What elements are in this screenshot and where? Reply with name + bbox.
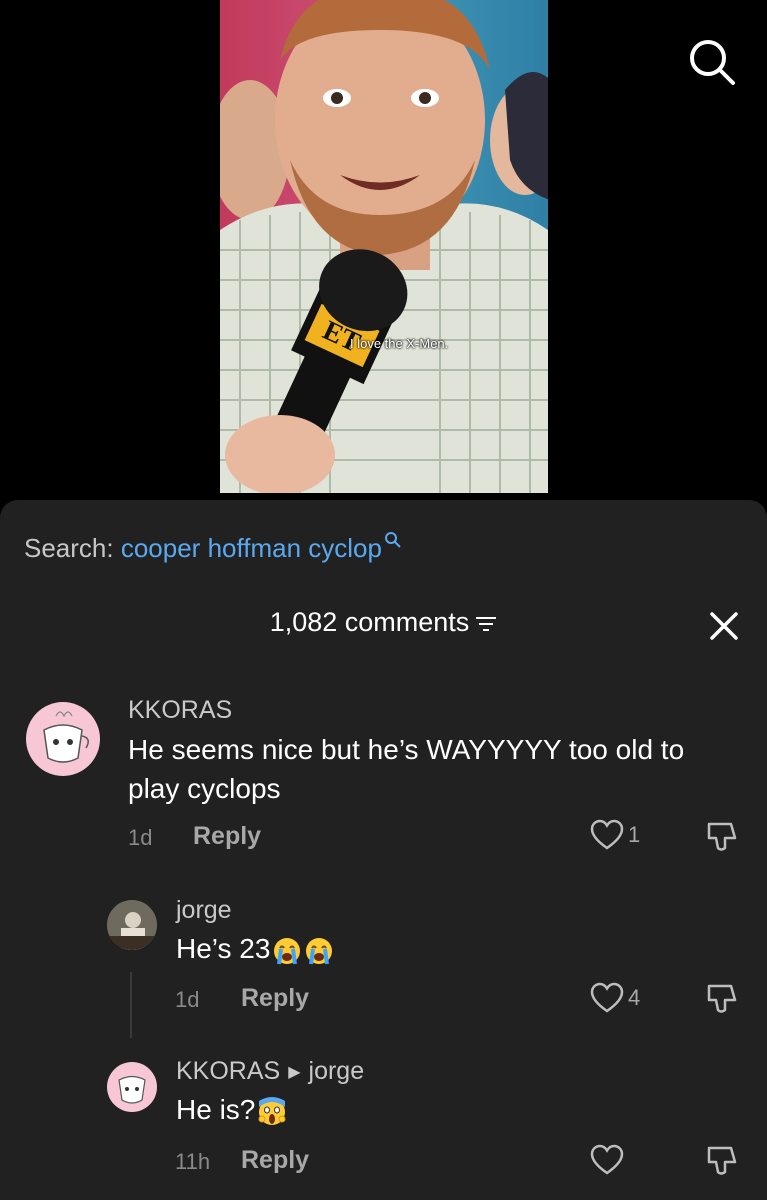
- video-still: ET: [220, 0, 548, 493]
- search-icon[interactable]: [686, 36, 738, 88]
- comment-username[interactable]: KKORAS: [128, 696, 232, 725]
- close-icon[interactable]: [706, 608, 742, 644]
- avatar[interactable]: [107, 900, 157, 950]
- avatar[interactable]: [107, 1062, 157, 1112]
- dislike-icon[interactable]: [703, 980, 741, 1018]
- heart-icon: [590, 819, 624, 850]
- like-count: 4: [628, 985, 641, 1010]
- comment-username[interactable]: jorge: [176, 896, 232, 925]
- comment-text: He is?: [176, 1090, 287, 1129]
- reply-to-username[interactable]: jorge: [309, 1057, 365, 1085]
- like-button[interactable]: 1: [590, 819, 640, 851]
- comment-text: He’s 23: [176, 929, 334, 968]
- video-frame[interactable]: ET I love the X-Men.: [220, 0, 548, 493]
- comment-time: 1d: [175, 987, 200, 1012]
- reply-username[interactable]: KKORAS: [176, 1057, 280, 1085]
- filter-icon[interactable]: [475, 615, 497, 633]
- dislike-icon[interactable]: [703, 1142, 741, 1180]
- search-term-link[interactable]: cooper hoffman cyclop: [121, 533, 382, 563]
- comment-text-body: He’s 23: [176, 933, 271, 964]
- comment-count: 1,082 comments: [269, 607, 470, 637]
- heart-icon: [590, 1144, 624, 1175]
- comments-header: 1,082 comments: [0, 607, 767, 638]
- reply-arrow-icon: ▶: [288, 1064, 301, 1082]
- screaming-face-emoji: [258, 1096, 286, 1125]
- thread-line: [130, 972, 132, 1038]
- search-prefix: Search:: [24, 533, 114, 563]
- comment-text: He seems nice but he’s WAYYYYY too old t…: [128, 734, 685, 804]
- like-button[interactable]: [590, 1144, 628, 1176]
- reply-button[interactable]: Reply: [241, 984, 309, 1013]
- reply-button[interactable]: Reply: [193, 822, 261, 851]
- like-button[interactable]: 4: [590, 982, 640, 1014]
- like-count: 1: [628, 822, 641, 847]
- crying-face-emoji: [274, 937, 301, 964]
- comment-time: 1d: [128, 825, 153, 850]
- comment-text-body: He is?: [176, 1094, 256, 1125]
- search-small-icon: [384, 532, 401, 548]
- related-search[interactable]: Search: cooper hoffman cyclop: [24, 532, 402, 564]
- avatar[interactable]: [26, 702, 100, 776]
- heart-icon: [590, 982, 624, 1013]
- video-player[interactable]: ET I love the X-Men.: [0, 0, 767, 500]
- reply-button[interactable]: Reply: [241, 1146, 309, 1175]
- dislike-icon[interactable]: [703, 818, 741, 856]
- video-caption: I love the X-Men.: [350, 336, 449, 351]
- crying-face-emoji: [306, 937, 333, 964]
- comment-time: 11h: [175, 1149, 211, 1174]
- comment-username[interactable]: KKORAS ▶ jorge: [176, 1057, 364, 1086]
